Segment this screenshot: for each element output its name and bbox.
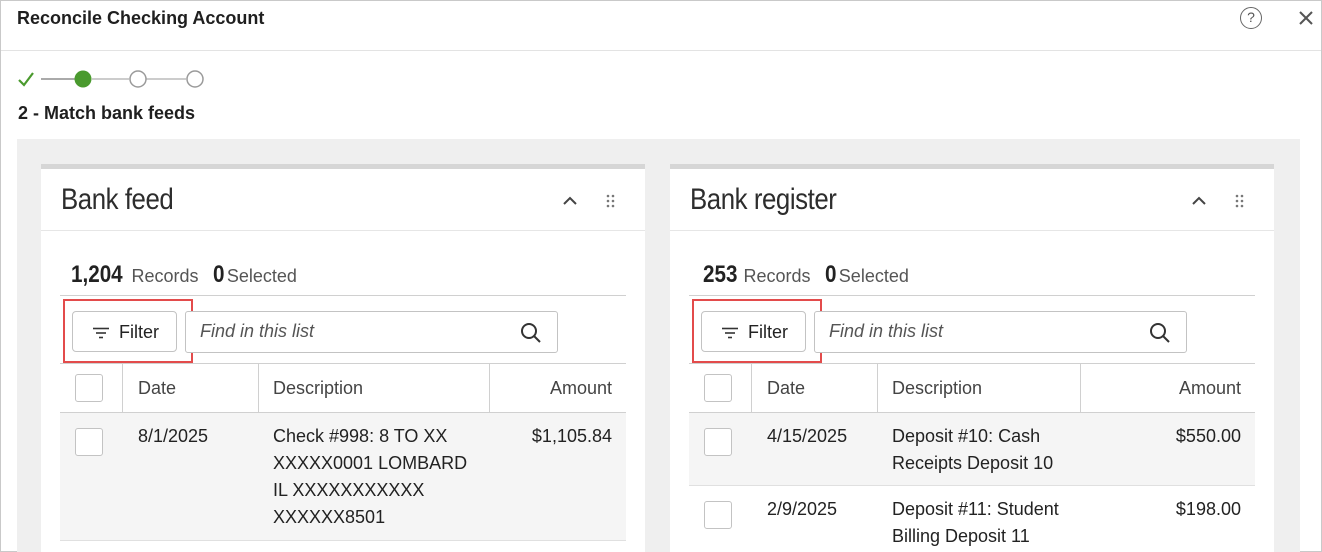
table-header: Date Description Amount [689, 363, 1255, 413]
bank-feed-panel: Bank feed 1,204 Records 0 Selected Filte… [41, 164, 645, 552]
collapse-button[interactable] [1190, 192, 1208, 210]
step-2-current [74, 70, 92, 88]
drag-handle[interactable] [605, 193, 617, 209]
filter-icon [722, 327, 738, 339]
filter-label: Filter [119, 322, 159, 342]
search-input[interactable] [200, 321, 500, 342]
filter-button[interactable]: Filter [701, 311, 806, 352]
help-button[interactable]: ? [1240, 7, 1262, 29]
bank-feed-table: Date Description Amount 8/1/2025 Check #… [60, 363, 626, 541]
column-header-description[interactable]: Description [273, 364, 363, 412]
panel-header: Bank register [670, 169, 1274, 231]
close-button[interactable] [1295, 5, 1317, 31]
records-label: Records [131, 266, 199, 286]
progress-stepper [17, 67, 217, 91]
step-1-completed [18, 72, 34, 87]
panel-title: Bank feed [61, 183, 174, 216]
records-count: 253 [703, 261, 738, 288]
search-box [185, 311, 558, 353]
row-amount: $550.00 [1175, 426, 1241, 446]
row-date: 8/1/2025 [138, 426, 209, 446]
selected-label: Selected [226, 266, 297, 286]
table-header: Date Description Amount [60, 363, 626, 413]
row-description: Deposit #11: Student Billing Deposit 11 [892, 499, 1059, 546]
filter-icon [93, 327, 109, 339]
selected-count: 0 [213, 261, 225, 288]
column-header-date[interactable]: Date [767, 364, 805, 412]
search-box [814, 311, 1187, 353]
reconcile-dialog: Reconcile Checking Account ? 2 - Match b… [0, 0, 1322, 552]
table-row[interactable]: 8/1/2025 Check #998: 8 TO XX XXXXX0001 L… [60, 413, 626, 541]
search-icon[interactable] [1149, 322, 1171, 344]
current-step-label: 2 - Match bank feeds [18, 103, 196, 123]
records-count: 1,204 [71, 261, 123, 288]
close-icon [1299, 11, 1313, 25]
row-date: 2/9/2025 [767, 499, 838, 519]
column-separator [258, 364, 259, 412]
selected-count: 0 [824, 261, 837, 288]
records-label: Records [743, 266, 811, 286]
step-3-pending [129, 70, 147, 88]
column-header-description[interactable]: Description [892, 364, 982, 412]
search-input[interactable] [829, 321, 1129, 342]
bank-register-panel: Bank register 253 Records 0 Selected Fil… [670, 164, 1274, 552]
row-amount: $1,105.84 [531, 426, 612, 446]
column-separator [751, 364, 752, 412]
list-toolbar: Filter [60, 299, 626, 363]
row-date: 4/15/2025 [767, 426, 848, 446]
row-amount: $198.00 [1175, 499, 1241, 519]
column-separator [1080, 364, 1081, 412]
row-checkbox[interactable] [704, 501, 732, 529]
chevron-up-icon [563, 196, 577, 205]
drag-handle[interactable] [1234, 193, 1246, 209]
bank-register-table: Date Description Amount 4/15/2025 Deposi… [689, 363, 1255, 552]
checkmark-icon [18, 72, 34, 87]
filter-label: Filter [748, 322, 788, 342]
record-counts: 253 Records 0 Selected [703, 261, 919, 291]
row-checkbox[interactable] [75, 428, 103, 456]
collapse-button[interactable] [561, 192, 579, 210]
drag-dots-icon [606, 194, 615, 208]
table-row[interactable]: 4/15/2025 Deposit #10: Cash Receipts Dep… [689, 413, 1255, 486]
select-all-checkbox[interactable] [704, 374, 732, 402]
panel-title: Bank register [690, 183, 837, 216]
drag-dots-icon [1235, 194, 1244, 208]
list-toolbar: Filter [689, 299, 1255, 363]
column-header-amount[interactable]: Amount [1179, 364, 1241, 412]
column-separator [489, 364, 490, 412]
row-description: Deposit #10: Cash Receipts Deposit 10 [892, 426, 1054, 473]
panel-header: Bank feed [41, 169, 645, 231]
step-4-pending [186, 70, 204, 88]
divider [689, 295, 1255, 296]
chevron-up-icon [1192, 196, 1206, 205]
column-separator [877, 364, 878, 412]
row-checkbox[interactable] [704, 428, 732, 456]
column-header-amount[interactable]: Amount [550, 364, 612, 412]
column-separator [122, 364, 123, 412]
row-description: Check #998: 8 TO XX XXXXX0001 LOMBARD IL… [273, 426, 468, 527]
record-counts: 1,204 Records 0 Selected [71, 261, 307, 291]
divider [60, 295, 626, 296]
search-icon[interactable] [520, 322, 542, 344]
table-row[interactable]: 2/9/2025 Deposit #11: Student Billing De… [689, 486, 1255, 552]
dialog-title: Reconcile Checking Account [17, 8, 265, 28]
column-header-date[interactable]: Date [138, 364, 176, 412]
select-all-checkbox[interactable] [75, 374, 103, 402]
selected-label: Selected [838, 266, 909, 286]
filter-button[interactable]: Filter [72, 311, 177, 352]
dialog-titlebar: Reconcile Checking Account ? [1, 1, 1321, 51]
